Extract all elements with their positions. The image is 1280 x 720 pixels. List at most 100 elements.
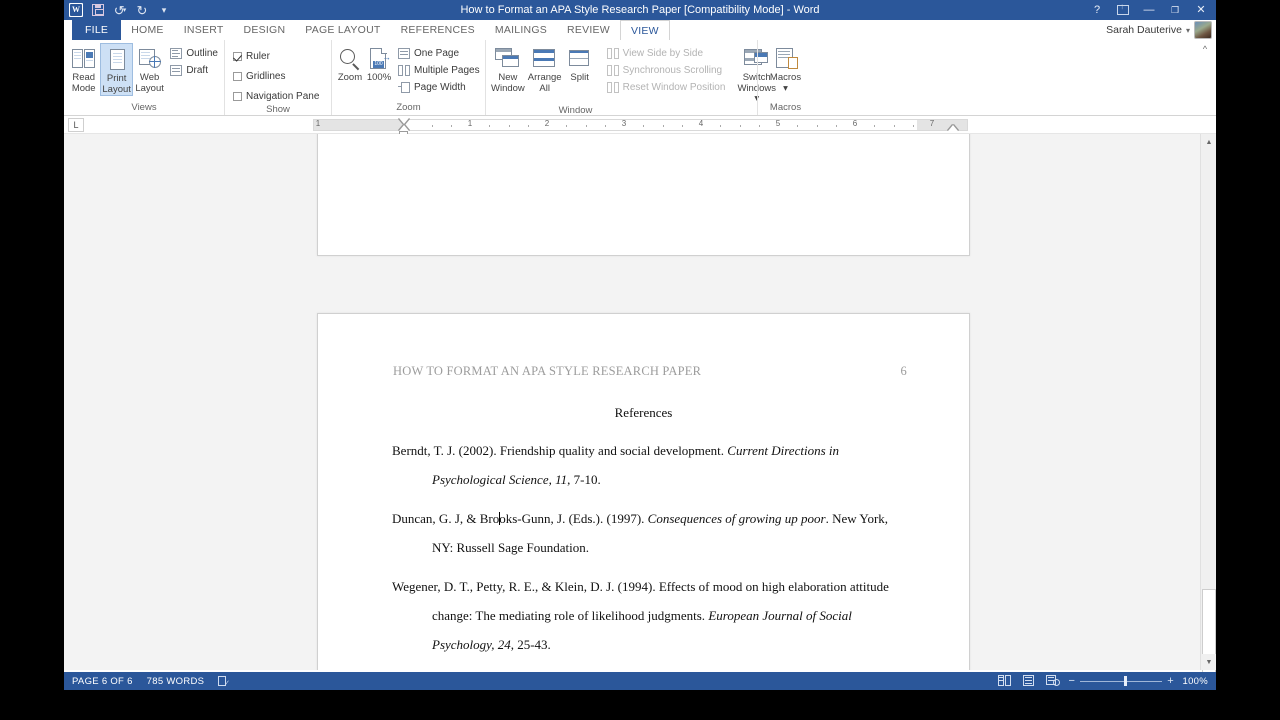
checkbox-icon[interactable] xyxy=(233,52,242,61)
ruler-checkbox[interactable]: Ruler xyxy=(233,49,319,64)
tab-design[interactable]: DESIGN xyxy=(234,20,296,40)
ruler-number: 1 xyxy=(467,119,473,128)
ref-italic: Consequences of growing up poor xyxy=(647,511,826,526)
page-indicator[interactable]: PAGE 6 OF 6 xyxy=(72,676,133,687)
collapse-ribbon-icon[interactable]: ^ xyxy=(1198,42,1212,56)
split-icon xyxy=(565,45,595,73)
restore-button[interactable]: ❐ xyxy=(1162,0,1188,20)
gridlines-checkbox[interactable]: Gridlines xyxy=(233,69,319,84)
zoom-out-button[interactable]: − xyxy=(1069,675,1076,687)
read-mode-icon xyxy=(71,45,97,73)
right-indent-marker[interactable] xyxy=(948,125,958,131)
draft-button[interactable]: Draft xyxy=(170,63,218,78)
ribbon-group-macros: Macros ▾ Macros xyxy=(757,40,813,115)
page-width-button[interactable]: Page Width xyxy=(398,80,480,95)
reference-wegener[interactable]: Wegener, D. T., Petty, R. E., & Klein, D… xyxy=(392,572,911,659)
ribbon-group-window-label: Window xyxy=(558,104,593,116)
help-icon[interactable]: ? xyxy=(1084,0,1110,20)
scroll-up-icon[interactable]: ▲ xyxy=(1201,134,1216,150)
tab-home[interactable]: HOME xyxy=(121,20,174,40)
split-button[interactable]: Split xyxy=(564,43,596,84)
tab-file[interactable]: FILE xyxy=(72,20,122,40)
tab-review[interactable]: REVIEW xyxy=(557,20,620,40)
zoom-in-button[interactable]: + xyxy=(1167,675,1174,687)
draft-icon xyxy=(170,65,183,76)
zoom-level[interactable]: 100% xyxy=(1182,676,1208,687)
reset-window-position-button[interactable]: Reset Window Position xyxy=(606,80,725,95)
view-side-by-side-icon xyxy=(606,48,619,59)
zoom-100-icon: 100 → xyxy=(366,45,392,73)
draft-label: Draft xyxy=(186,65,208,76)
ribbon-group-zoom: Zoom 100 → 100% One Page Multiple Pages … xyxy=(331,40,485,115)
proofing-errors-icon[interactable]: ✓ xyxy=(218,675,230,687)
tab-view[interactable]: VIEW xyxy=(619,20,670,40)
web-layout-label-2: Layout xyxy=(135,82,164,94)
zoom-100-button[interactable]: 100 → 100% xyxy=(365,43,393,84)
zoom-button[interactable]: Zoom xyxy=(336,43,364,84)
vertical-scrollbar[interactable]: ▲ ▼ xyxy=(1200,134,1216,679)
arrange-all-button[interactable]: Arrange All xyxy=(527,43,563,94)
tab-references[interactable]: REFERENCES xyxy=(391,20,485,40)
horizontal-ruler[interactable]: 1 1 2 3 4 5 6 7 xyxy=(313,119,968,131)
zoom-100-label: 100% xyxy=(366,72,392,83)
web-layout-label-1: Web xyxy=(139,72,160,83)
checkbox-icon[interactable] xyxy=(233,72,242,81)
minimize-button[interactable]: — xyxy=(1136,0,1162,20)
zoom-control[interactable]: − + xyxy=(1069,675,1174,687)
macros-button[interactable]: Macros ▾ xyxy=(763,43,809,94)
ribbon-group-zoom-label: Zoom xyxy=(396,102,421,113)
new-window-button[interactable]: New Window xyxy=(490,43,526,94)
multiple-pages-icon xyxy=(398,65,410,76)
tab-mailings[interactable]: MAILINGS xyxy=(485,20,557,40)
zoom-slider[interactable] xyxy=(1080,675,1163,687)
reference-duncan[interactable]: Duncan, G. J, & Brooks-Gunn, J. (Eds.). … xyxy=(392,504,911,562)
print-layout-view-button[interactable] xyxy=(1021,674,1037,688)
navigation-pane-checkbox[interactable]: Navigation Pane xyxy=(233,89,319,104)
tab-page-layout[interactable]: PAGE LAYOUT xyxy=(295,20,390,40)
current-page[interactable]: HOW TO FORMAT AN APA STYLE RESEARCH PAPE… xyxy=(317,313,970,670)
web-layout-view-button[interactable] xyxy=(1045,674,1061,688)
view-side-by-side-label: View Side by Side xyxy=(622,48,704,59)
split-label: Split xyxy=(570,72,589,83)
web-layout-button[interactable]: Web Layout xyxy=(134,43,165,94)
zoom-icon xyxy=(337,45,363,73)
print-layout-icon xyxy=(104,46,130,74)
chevron-down-icon[interactable]: ▾ xyxy=(1186,26,1190,35)
word-count[interactable]: 785 WORDS xyxy=(147,676,205,687)
zoom-slider-knob[interactable] xyxy=(1124,676,1128,686)
close-button[interactable]: ✕ xyxy=(1188,0,1214,20)
ref-text: , 7-10. xyxy=(567,472,601,487)
synchronous-scrolling-button[interactable]: Synchronous Scrolling xyxy=(606,63,726,78)
pages-container[interactable]: HOW TO FORMAT AN APA STYLE RESEARCH PAPE… xyxy=(64,134,1200,670)
tab-insert[interactable]: INSERT xyxy=(174,20,234,40)
ruler-number: 6 xyxy=(852,119,858,128)
one-page-button[interactable]: One Page xyxy=(398,46,480,61)
scroll-down-icon[interactable]: ▼ xyxy=(1201,654,1216,670)
avatar[interactable] xyxy=(1194,21,1212,39)
ruler-number: 5 xyxy=(775,119,781,128)
tab-stop-selector[interactable]: L xyxy=(68,118,84,132)
document-running-head: HOW TO FORMAT AN APA STYLE RESEARCH PAPE… xyxy=(393,364,907,379)
ribbon-tab-bar: FILE HOME INSERT DESIGN PAGE LAYOUT REFE… xyxy=(64,20,1216,40)
outline-icon xyxy=(170,48,183,59)
previous-page xyxy=(317,134,970,256)
outline-button[interactable]: Outline xyxy=(170,46,218,61)
references-list[interactable]: Berndt, T. J. (2002). Friendship quality… xyxy=(392,436,911,669)
account-area[interactable]: Sarah Dauterive ▾ xyxy=(1106,20,1212,40)
first-line-indent-marker[interactable] xyxy=(399,118,409,124)
macros-icon xyxy=(773,45,799,73)
multiple-pages-label: Multiple Pages xyxy=(414,65,480,76)
ribbon-display-options-icon[interactable] xyxy=(1110,0,1136,20)
print-layout-button[interactable]: Print Layout xyxy=(100,43,133,96)
synchronous-scrolling-icon xyxy=(606,65,619,76)
navigation-pane-label: Navigation Pane xyxy=(246,91,320,102)
view-side-by-side-button[interactable]: View Side by Side xyxy=(606,46,726,61)
read-mode-button[interactable]: Read Mode xyxy=(68,43,99,94)
document-workspace: L 1 1 2 3 4 5 6 7 HOW TO FORMAT AN APA S… xyxy=(64,116,1216,679)
ruler-number: 4 xyxy=(698,119,704,128)
multiple-pages-button[interactable]: Multiple Pages xyxy=(398,63,480,78)
checkbox-icon[interactable] xyxy=(233,92,242,101)
reference-berndt[interactable]: Berndt, T. J. (2002). Friendship quality… xyxy=(392,436,911,494)
page-number-text: 6 xyxy=(900,364,907,378)
read-mode-view-button[interactable] xyxy=(997,674,1013,688)
